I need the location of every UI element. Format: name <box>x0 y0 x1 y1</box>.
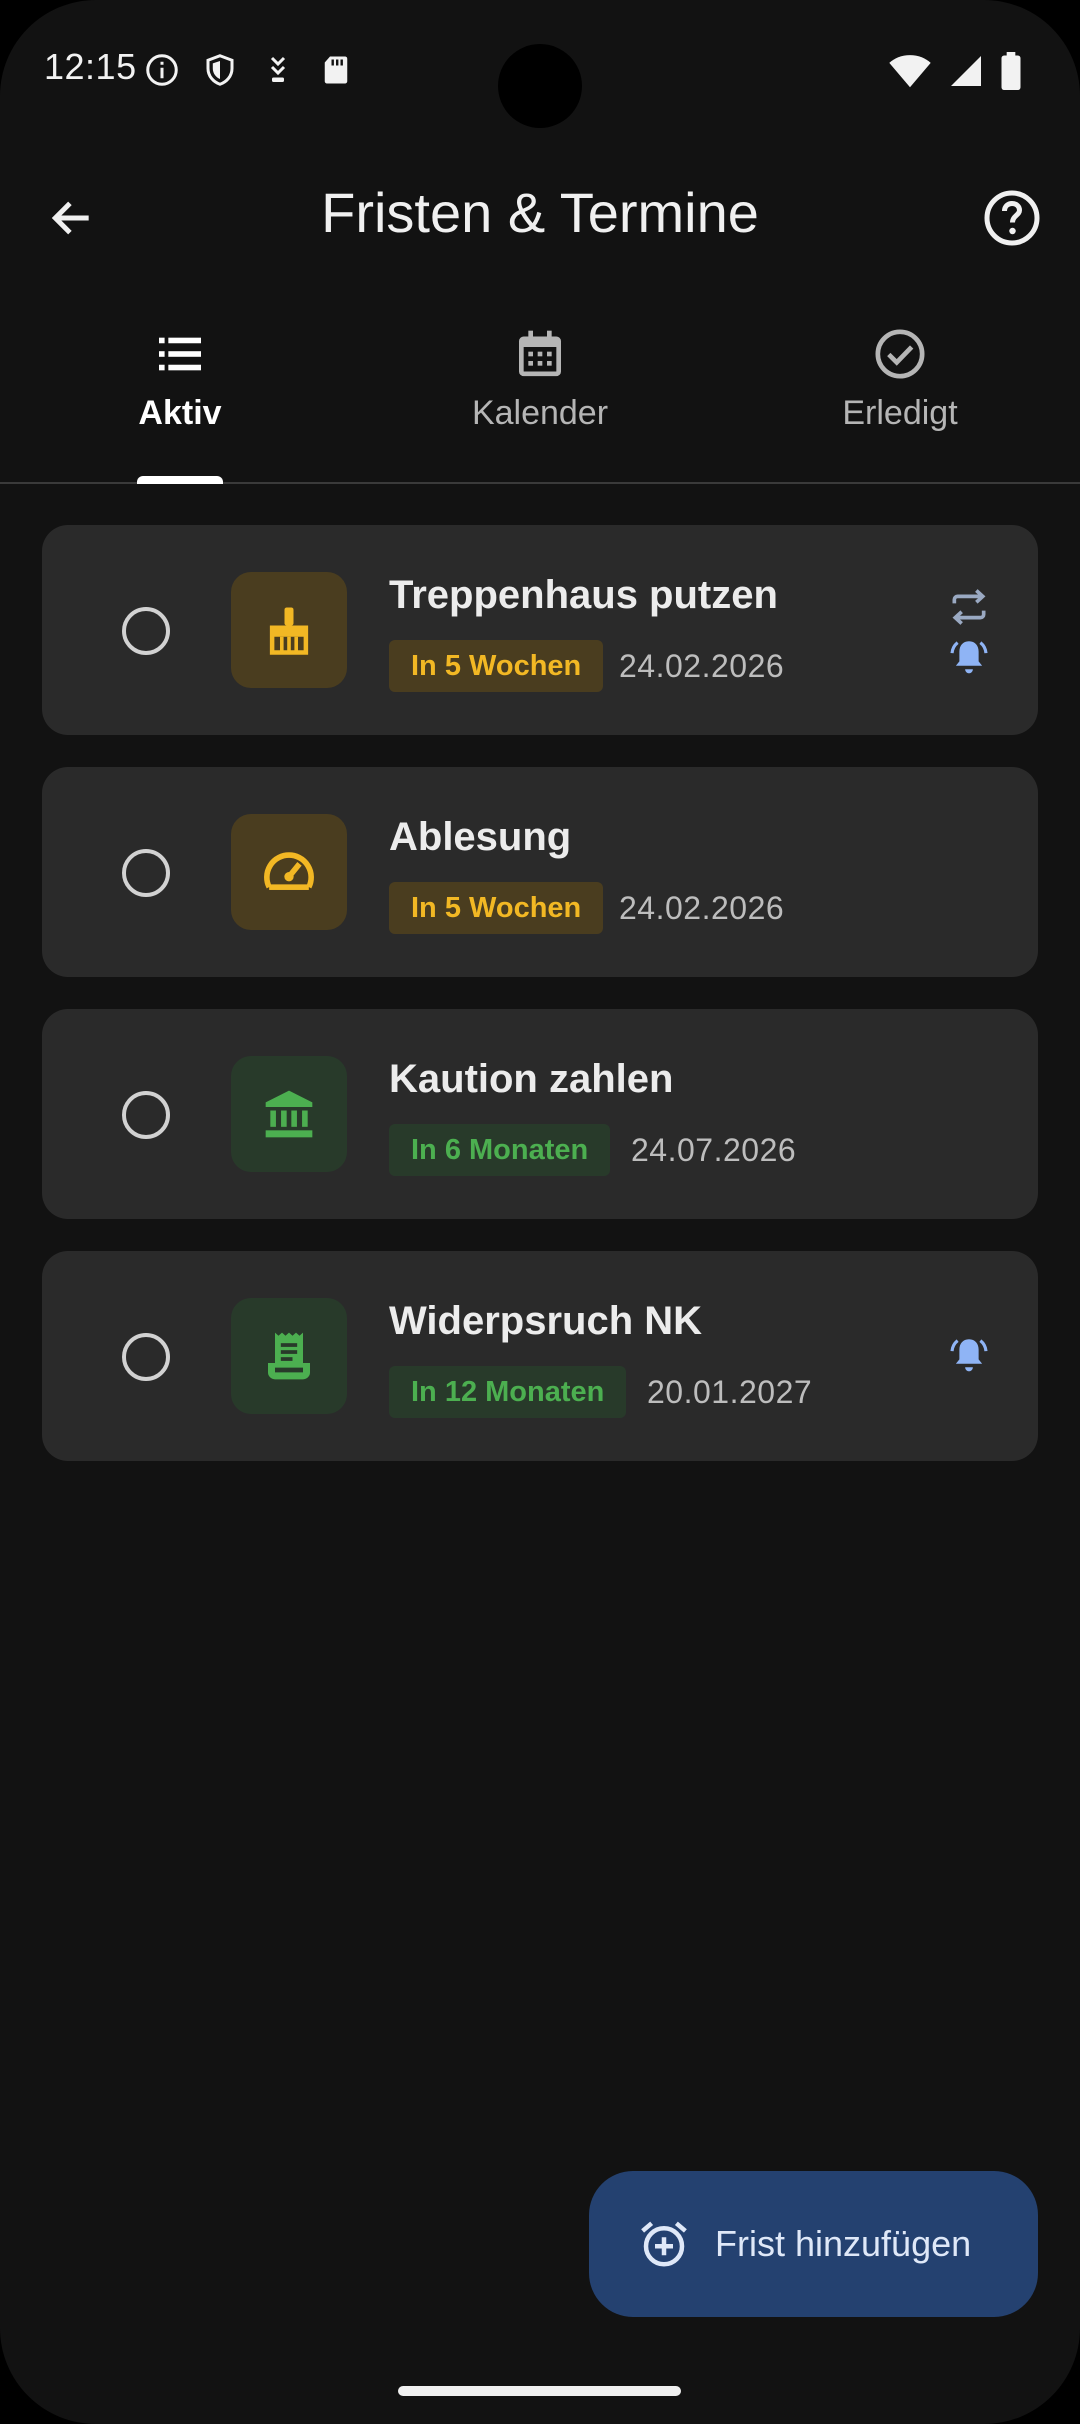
status-time: 12:15 <box>44 46 137 87</box>
calendar-icon <box>519 330 561 377</box>
shield-icon <box>206 54 234 86</box>
task-card[interactable]: Treppenhaus putzen In 5 Wochen 24.02.202… <box>42 525 1038 735</box>
task-category-icon-box <box>231 1056 347 1172</box>
tab-erledigt[interactable]: Erledigt <box>720 310 1080 482</box>
gauge-icon <box>264 852 314 890</box>
add-deadline-button[interactable]: Frist hinzufügen <box>589 2171 1038 2317</box>
task-category-icon-box <box>231 1298 347 1414</box>
signal-icon <box>951 56 981 86</box>
help-button[interactable] <box>974 180 1050 256</box>
tab-active-indicator <box>137 476 223 484</box>
task-checkbox[interactable] <box>122 1091 170 1139</box>
task-title: Ablesung <box>389 815 572 859</box>
task-checkbox[interactable] <box>122 849 170 897</box>
task-date: 24.02.2026 <box>619 648 785 684</box>
task-card[interactable]: Widerpsruch NK In 12 Monaten 20.01.2027 <box>42 1251 1038 1461</box>
task-list: Treppenhaus putzen In 5 Wochen 24.02.202… <box>42 525 1038 1493</box>
tab-kalender[interactable]: Kalender <box>360 310 720 482</box>
download-arrows-icon <box>270 56 286 82</box>
task-date: 24.07.2026 <box>631 1132 797 1168</box>
broom-icon <box>269 607 309 655</box>
camera-cutout <box>498 44 582 128</box>
list-icon <box>159 337 201 371</box>
tab-label-erledigt: Erledigt <box>842 394 958 432</box>
task-category-icon-box <box>231 814 347 930</box>
task-due-badge: In 12 Monaten <box>389 1366 627 1418</box>
bank-icon <box>265 1090 313 1138</box>
task-title: Widerpsruch NK <box>389 1299 703 1343</box>
tab-bar: Aktiv Kalender Erledigt <box>0 310 1080 484</box>
task-checkbox[interactable] <box>122 607 170 655</box>
info-icon <box>146 54 178 86</box>
task-card[interactable]: Ablesung In 5 Wochen 24.02.2026 <box>42 767 1038 977</box>
receipt-icon <box>268 1332 310 1380</box>
task-due-badge: In 5 Wochen <box>389 640 604 692</box>
task-due-badge: In 5 Wochen <box>389 882 604 934</box>
task-date: 24.02.2026 <box>619 890 785 926</box>
app-bar: Fristen & Termine <box>0 160 1080 270</box>
task-category-icon-box <box>231 572 347 688</box>
app-screen: 12:15 Fristen & Termine Aktiv Kalender E… <box>0 0 1080 2424</box>
help-circle-icon <box>984 190 1040 246</box>
home-indicator[interactable] <box>398 2386 681 2396</box>
tab-label-kalender: Kalender <box>471 394 609 432</box>
status-icons-left <box>144 52 354 88</box>
check-circle-icon <box>875 329 925 379</box>
sd-card-icon <box>324 56 348 84</box>
page-title: Fristen & Termine <box>321 181 759 244</box>
bell-ring-icon <box>950 641 988 674</box>
status-icons-right <box>888 52 1022 90</box>
task-title: Treppenhaus putzen <box>389 573 778 617</box>
add-deadline-label: Frist hinzufügen <box>715 2223 972 2264</box>
repeat-icon <box>952 589 986 625</box>
bell-ring-icon <box>950 1339 988 1372</box>
tab-label-aktiv: Aktiv <box>138 394 222 432</box>
task-title: Kaution zahlen <box>389 1057 674 1101</box>
task-card[interactable]: Kaution zahlen In 6 Monaten 24.07.2026 <box>42 1009 1038 1219</box>
task-date: 20.01.2027 <box>647 1374 813 1410</box>
wifi-icon <box>889 55 931 88</box>
task-due-badge: In 6 Monaten <box>389 1124 611 1176</box>
status-bar: 12:15 <box>0 0 1080 140</box>
tab-aktiv[interactable]: Aktiv <box>0 310 360 484</box>
alarm-add-icon <box>641 2221 687 2267</box>
battery-icon <box>1001 52 1021 90</box>
task-checkbox[interactable] <box>122 1333 170 1381</box>
